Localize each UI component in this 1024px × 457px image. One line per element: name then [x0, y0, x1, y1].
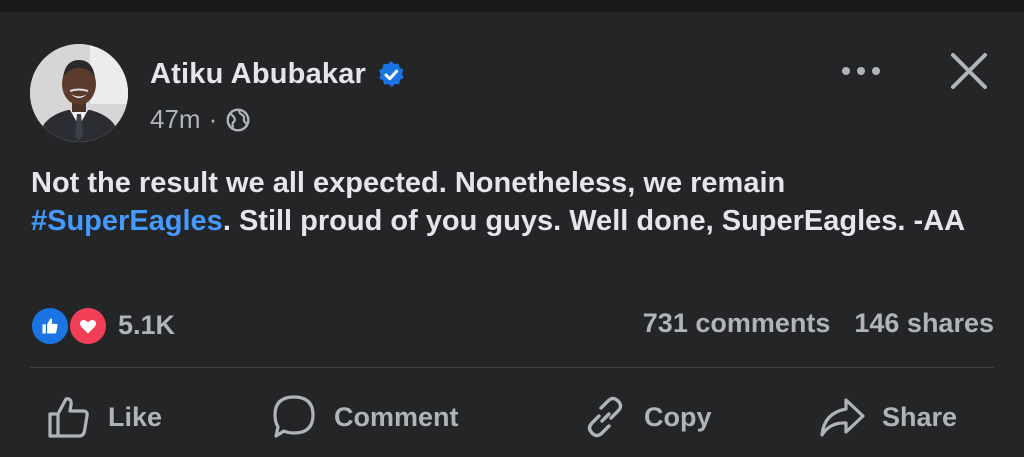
post-meta: 47m · — [150, 104, 251, 135]
share-label: Share — [882, 401, 958, 432]
post-text-start: Not the result we all expected. Nonethel… — [31, 167, 786, 199]
divider — [30, 367, 994, 368]
close-icon[interactable] — [946, 48, 992, 94]
shares-count[interactable]: 146 shares — [854, 308, 994, 339]
reactions-summary[interactable]: 5.1K — [30, 306, 176, 346]
comments-count[interactable]: 731 comments — [643, 308, 831, 339]
post-body: Not the result we all expected. Nonethel… — [31, 164, 991, 240]
comment-label: Comment — [334, 401, 459, 432]
speech-bubble-icon — [273, 395, 315, 438]
avatar-photo — [30, 44, 128, 142]
action-bar: Like Comment Copy Share — [0, 382, 1024, 452]
reaction-count: 5.1K — [118, 309, 176, 340]
comment-button[interactable]: Comment — [270, 382, 459, 452]
globe-icon[interactable] — [225, 107, 251, 133]
copy-button[interactable]: Copy — [582, 382, 712, 452]
author-avatar[interactable] — [30, 44, 128, 142]
author-name[interactable]: Atiku Abubakar — [150, 58, 366, 91]
more-options-icon[interactable] — [836, 56, 886, 86]
copy-label: Copy — [644, 401, 712, 432]
like-label: Like — [108, 401, 163, 432]
love-reaction-icon — [68, 306, 108, 346]
link-icon — [587, 396, 623, 438]
reaction-icons — [30, 306, 110, 346]
post-card: Atiku Abubakar 47m · Not the result we a… — [0, 12, 1024, 457]
hashtag-link[interactable]: #SuperEagles — [31, 205, 223, 237]
share-button[interactable]: Share — [818, 382, 957, 452]
share-arrow-icon — [820, 398, 865, 437]
like-button[interactable]: Like — [46, 382, 162, 452]
post-time[interactable]: 47m — [150, 104, 201, 135]
thumbs-up-icon — [48, 397, 89, 438]
author-header: Atiku Abubakar — [150, 58, 406, 91]
like-reaction-icon — [30, 306, 70, 346]
meta-separator: · — [208, 104, 218, 134]
post-text-end: . Still proud of you guys. Well done, Su… — [222, 205, 966, 237]
verified-badge-icon — [379, 60, 404, 87]
engagement-counts: 731 comments 146 shares — [643, 308, 994, 339]
top-bar — [0, 0, 1024, 12]
